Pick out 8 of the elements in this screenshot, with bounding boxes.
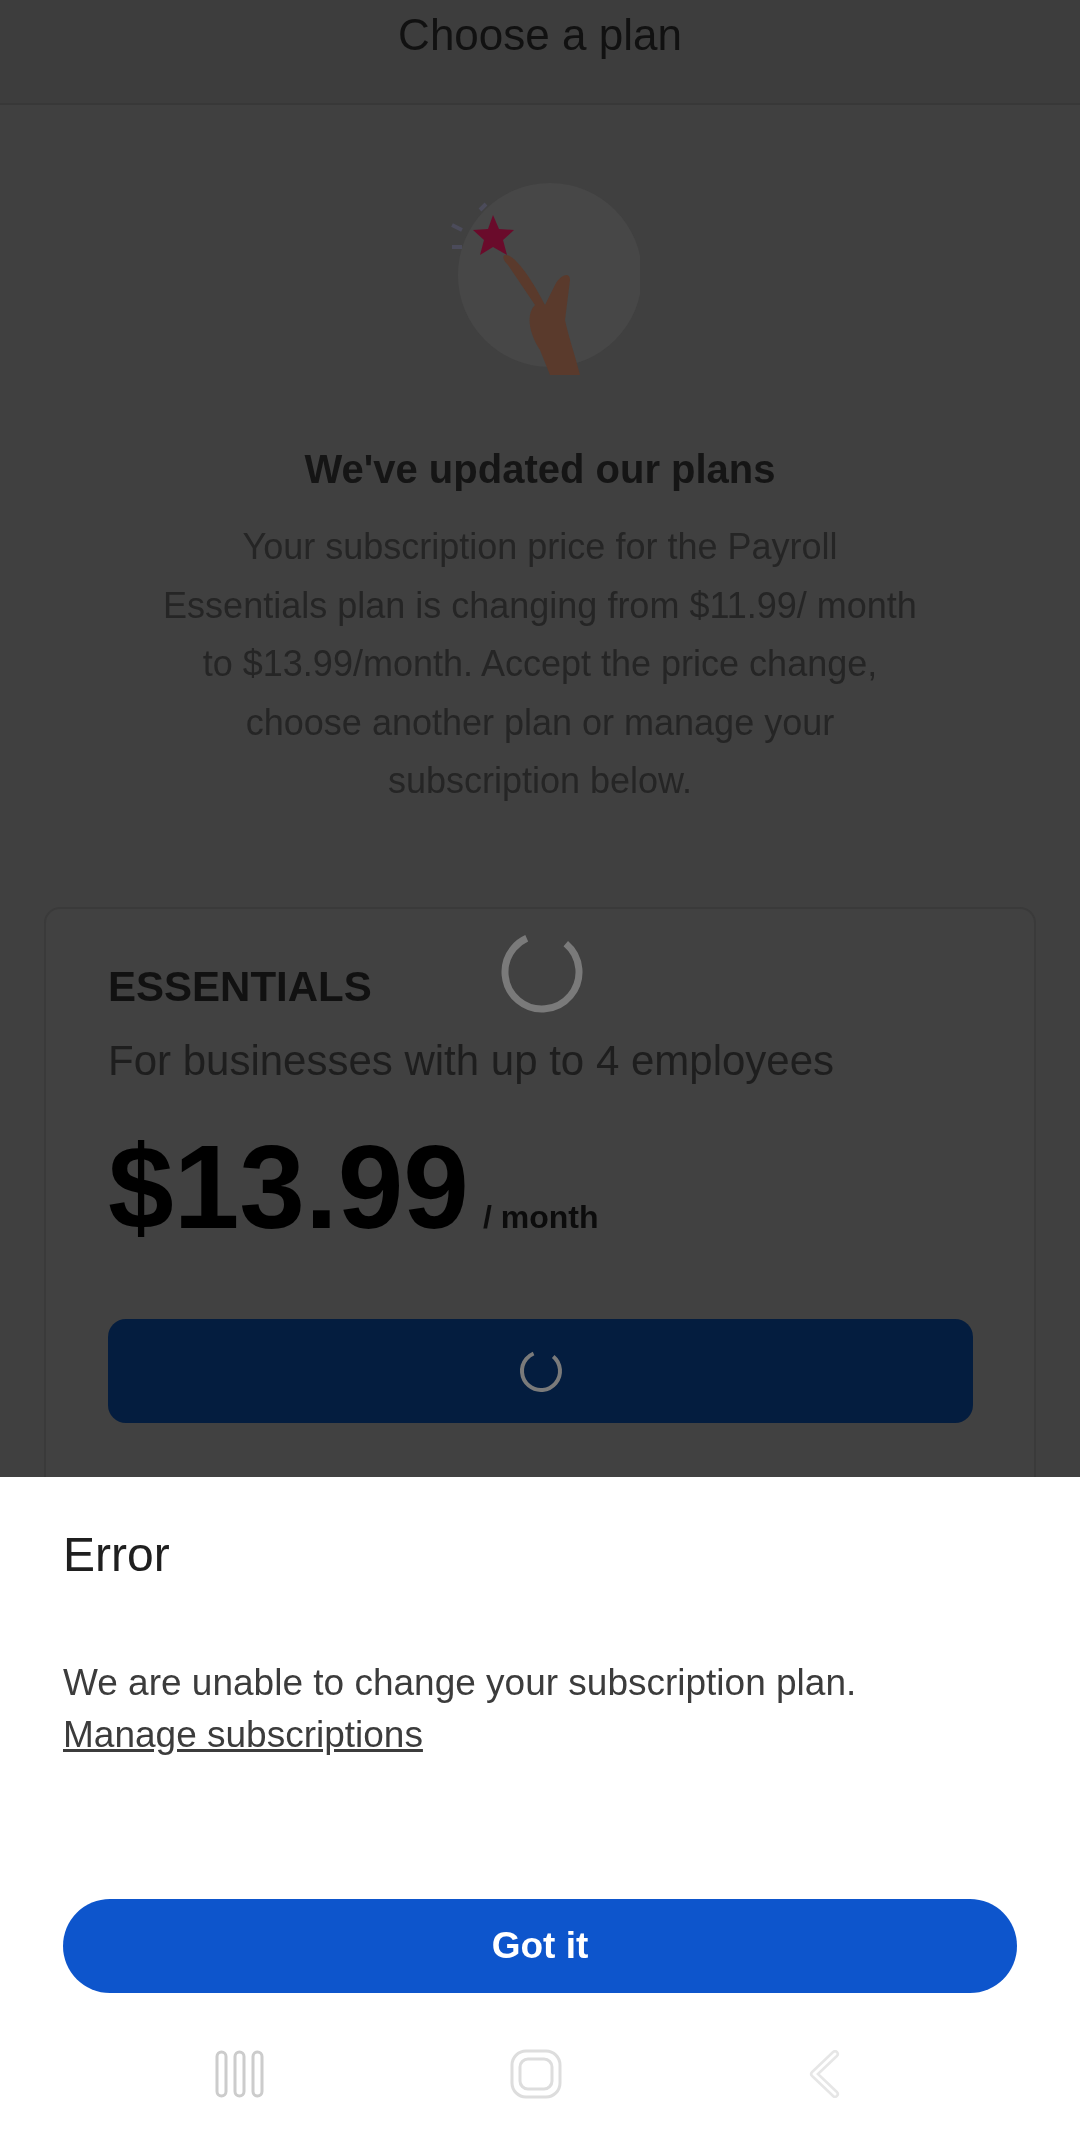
home-icon[interactable] [509,2049,562,2099]
manage-subscriptions-link[interactable]: Manage subscriptions [63,1714,423,1756]
select-plan-button[interactable] [108,1318,973,1423]
dialog-title: Error [63,1527,170,1582]
error-message: We are unable to change your subscription plan. [63,1662,857,1704]
got-it-button[interactable]: Got it [63,1899,1017,1993]
recent-apps-icon[interactable] [215,2050,265,2098]
price: $13.99 [108,1119,469,1255]
